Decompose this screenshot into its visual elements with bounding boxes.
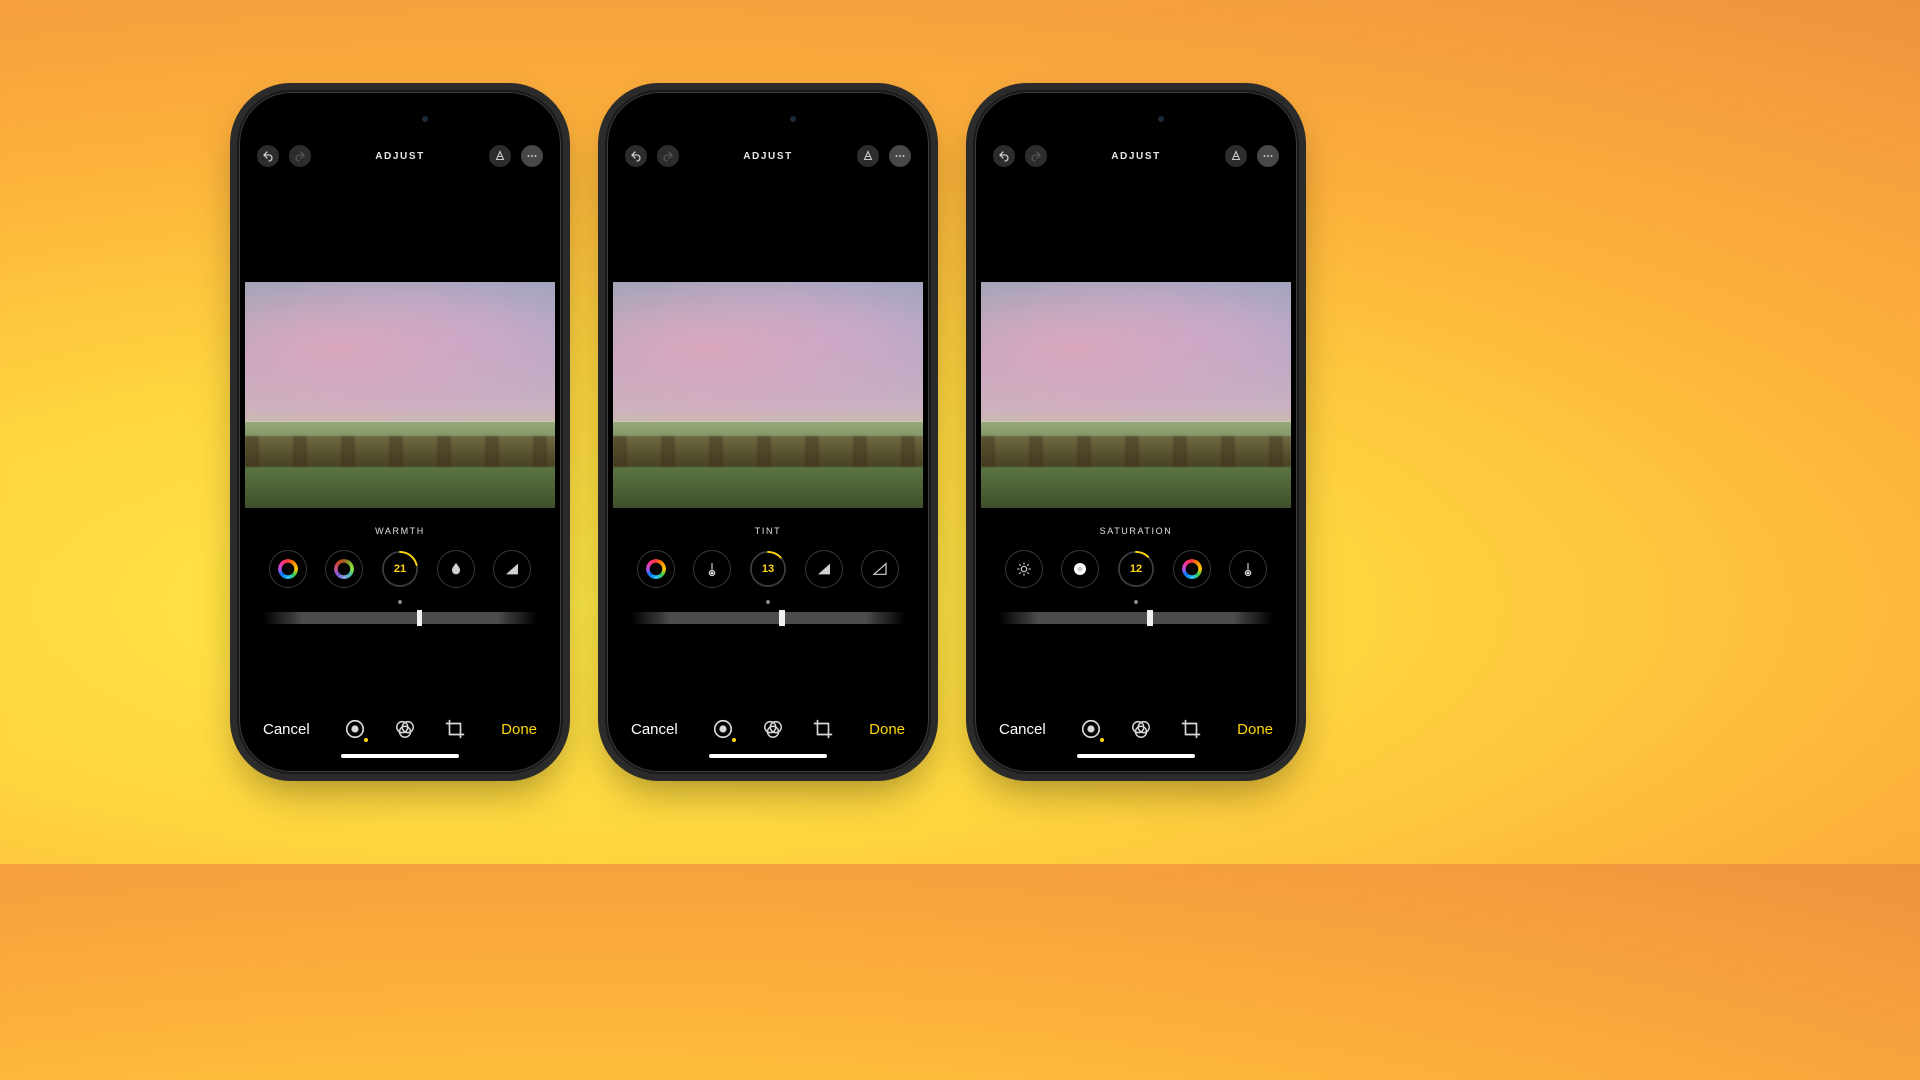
phone-mockup: ADJUST SATURATION 12 (975, 92, 1297, 772)
parameter-label: SATURATION (981, 526, 1291, 536)
done-button[interactable]: Done (501, 721, 537, 738)
contrast-icon[interactable] (805, 550, 843, 588)
home-indicator[interactable] (341, 754, 459, 758)
editor-topbar: ADJUST (613, 142, 923, 170)
home-indicator[interactable] (1077, 754, 1195, 758)
editor-topbar: ADJUST (245, 142, 555, 170)
parameter-label: TINT (613, 526, 923, 536)
editor-bottombar: Cancel Done (245, 718, 555, 740)
markup-button[interactable] (489, 145, 511, 167)
color-balance-icon[interactable] (1173, 550, 1211, 588)
parameter-label: WARMTH (245, 526, 555, 536)
cancel-button[interactable]: Cancel (631, 721, 678, 738)
dynamic-island (722, 106, 814, 132)
crop-tab-icon[interactable] (812, 718, 834, 740)
cancel-button[interactable]: Cancel (999, 721, 1046, 738)
markup-button[interactable] (857, 145, 879, 167)
screen-title: ADJUST (375, 151, 425, 162)
blackpoint-icon[interactable] (437, 550, 475, 588)
adjust-parameter-row: 13 (613, 550, 923, 588)
contrast-icon[interactable] (493, 550, 531, 588)
warmth-icon[interactable] (693, 550, 731, 588)
adjust-parameter-row: 21 (245, 550, 555, 588)
photo-preview[interactable] (981, 282, 1291, 508)
more-button[interactable] (1257, 145, 1279, 167)
adjust-parameter-row: 12 (981, 550, 1291, 588)
phone-mockup: ADJUST TINT 13 for(let i=0 (607, 92, 929, 772)
parameter-value-selected[interactable]: 13 (749, 550, 787, 588)
crop-tab-icon[interactable] (444, 718, 466, 740)
photo-preview[interactable] (245, 282, 555, 508)
editor-topbar: ADJUST (981, 142, 1291, 170)
value-slider[interactable]: for(let i=0;i<50;i++)document.write('<di… (981, 598, 1291, 630)
warmth-icon[interactable] (1229, 550, 1267, 588)
home-indicator[interactable] (709, 754, 827, 758)
more-button[interactable] (889, 145, 911, 167)
crop-tab-icon[interactable] (1180, 718, 1202, 740)
editor-bottombar: Cancel Done (981, 718, 1291, 740)
photo-preview[interactable] (613, 282, 923, 508)
redo-button[interactable] (657, 145, 679, 167)
undo-button[interactable] (993, 145, 1015, 167)
more-button[interactable] (521, 145, 543, 167)
filters-tab-icon[interactable] (762, 718, 784, 740)
filters-tab-icon[interactable] (394, 718, 416, 740)
filters-tab-icon[interactable] (1130, 718, 1152, 740)
screen-title: ADJUST (743, 151, 793, 162)
value-slider[interactable]: for(let i=0;i<50;i++)document.write('<di… (613, 598, 923, 630)
adjust-tab-icon[interactable] (344, 718, 366, 740)
value-slider[interactable]: for(let i=0;i<50;i++)document.write('<di… (245, 598, 555, 630)
done-button[interactable]: Done (869, 721, 905, 738)
redo-button[interactable] (289, 145, 311, 167)
dynamic-island (1090, 106, 1182, 132)
parameter-value-selected[interactable]: 21 (381, 550, 419, 588)
hue-icon[interactable] (325, 550, 363, 588)
editor-bottombar: Cancel Done (613, 718, 923, 740)
adjust-tab-icon[interactable] (712, 718, 734, 740)
undo-button[interactable] (257, 145, 279, 167)
phone-mockup: ADJUST WARMTH 21 (239, 92, 561, 772)
undo-button[interactable] (625, 145, 647, 167)
color-balance-icon[interactable] (637, 550, 675, 588)
parameter-value-selected[interactable]: 12 (1117, 550, 1155, 588)
color-balance-icon[interactable] (269, 550, 307, 588)
brightness-icon[interactable] (1005, 550, 1043, 588)
dynamic-island (354, 106, 446, 132)
redo-button[interactable] (1025, 145, 1047, 167)
shadows-icon[interactable] (861, 550, 899, 588)
vignette-icon[interactable] (1061, 550, 1099, 588)
markup-button[interactable] (1225, 145, 1247, 167)
screen-title: ADJUST (1111, 151, 1161, 162)
adjust-tab-icon[interactable] (1080, 718, 1102, 740)
done-button[interactable]: Done (1237, 721, 1273, 738)
cancel-button[interactable]: Cancel (263, 721, 310, 738)
